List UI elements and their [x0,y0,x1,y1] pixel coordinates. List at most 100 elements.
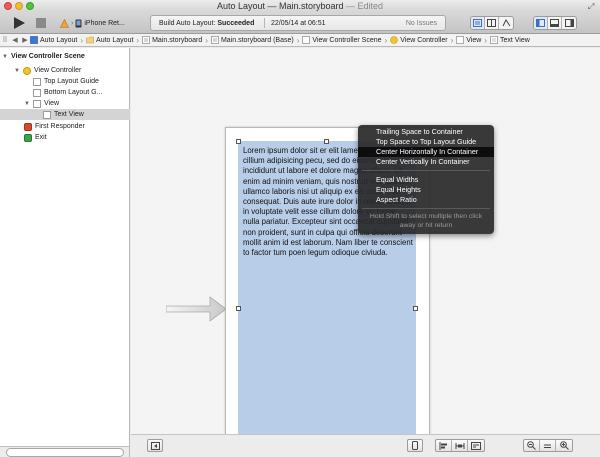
layout-guide-icon [33,77,41,86]
editor-mode-group [470,16,514,30]
view-controller-icon [23,66,31,75]
breadcrumb-view-controller[interactable]: View Controller [390,36,448,44]
document-outline: ▼ View Controller Scene ▼ View Controlle… [0,48,130,446]
breadcrumb-storyboard-base[interactable]: Main.storyboard (Base) [211,36,294,44]
resize-handle-top-left[interactable] [236,139,241,144]
activity-divider [264,18,265,28]
scheme-selector[interactable]: › iPhone Ret... [60,17,140,29]
breadcrumb-scene[interactable]: View Controller Scene [302,36,382,44]
chevron-right-icon: › [384,35,388,45]
chevron-right-icon: › [71,19,74,27]
toolbar: › iPhone Ret... Build Auto Layout: Succe… [0,12,600,34]
text-view-icon [43,110,51,119]
disclosure-open-icon[interactable]: ▼ [24,101,30,107]
pin-button[interactable] [452,440,468,451]
outline-item-top-layout-guide[interactable]: Top Layout Guide [0,76,130,87]
outline-item-exit[interactable]: Exit [0,132,130,143]
menu-item-center-horizontally[interactable]: Center Horizontally In Container [358,147,494,157]
view-controller-icon [390,36,399,44]
outline-item-view[interactable]: ▼ View [0,98,130,109]
build-status: Build Auto Layout: Succeeded [159,20,254,27]
size-class-button[interactable] [407,439,423,452]
jump-bar: ⠿ ◀ ▶ Auto Layout › Auto Layout › Main.s… [0,34,600,47]
zoom-actual-size-button[interactable] [540,440,556,451]
disclosure-open-icon[interactable]: ▼ [2,54,8,60]
outline-label: View [44,100,60,107]
menu-item-equal-heights[interactable]: Equal Heights [358,185,494,195]
breadcrumb-label: Auto Layout [96,36,134,44]
issues-label[interactable]: No Issues [406,20,437,27]
breadcrumb-label: Auto Layout [40,36,78,44]
zoom-in-button[interactable] [556,440,572,451]
breadcrumb-text-view[interactable]: Text View [490,36,530,44]
zoom-out-icon [527,441,536,450]
breadcrumb-label: Main.storyboard (Base) [220,36,294,44]
breadcrumb-storyboard[interactable]: Main.storyboard [142,36,202,44]
canvas-bottom-bar [131,434,600,457]
stop-icon [36,18,46,28]
outline-item-first-responder[interactable]: First Responder [0,121,130,132]
breadcrumb-label: Text View [499,36,530,44]
outline-item-view-controller[interactable]: ▼ View Controller [0,65,130,76]
related-items-icon[interactable]: ⠿ [0,36,10,44]
zoom-controls-group [523,439,573,452]
resolve-issues-button[interactable] [468,440,484,451]
build-status-prefix: Build Auto Layout: [159,20,218,27]
outline-filter-input[interactable] [6,448,124,457]
bottom-panel-icon [550,19,559,27]
assistant-editor-icon [487,19,496,27]
menu-item-aspect-ratio[interactable]: Aspect Ratio [358,195,494,205]
breadcrumb-view[interactable]: View [456,36,481,44]
zoom-out-button[interactable] [524,440,540,451]
utilities-toggle-button[interactable] [562,17,576,29]
chevron-right-icon: › [484,35,487,45]
debug-toggle-button[interactable] [548,17,562,29]
version-editor-icon [502,19,510,27]
breadcrumb-project[interactable]: Auto Layout [30,36,77,44]
outline-item-text-view[interactable]: Text View [0,109,130,120]
resize-handle-right[interactable] [413,306,418,311]
view-icon [456,36,465,44]
resize-handle-left[interactable] [236,306,241,311]
storyboard-icon [211,36,219,44]
stop-button[interactable] [35,17,47,29]
assistant-editor-button[interactable] [485,17,499,29]
text-view-icon [490,36,498,44]
outline-item-scene[interactable]: ▼ View Controller Scene [0,51,130,62]
outline-label: Exit [35,134,47,141]
resolve-icon [471,441,481,450]
menu-item-equal-widths[interactable]: Equal Widths [358,175,494,185]
standard-editor-button[interactable] [471,17,485,29]
version-editor-button[interactable] [499,17,513,29]
scheme-target: iPhone Ret... [84,19,125,27]
layout-tools-group [435,439,485,452]
chevron-right-icon: › [450,35,454,45]
title-file: Main.storyboard [278,1,344,11]
disclosure-open-icon[interactable]: ▼ [14,68,20,74]
menu-item-center-vertically[interactable]: Center Vertically In Container [358,157,494,167]
fullscreen-icon[interactable]: ⤢ [588,2,596,11]
pin-constraints-popup: Trailing Space to Container Top Space to… [358,125,494,234]
outline-item-bottom-layout-guide[interactable]: Bottom Layout G... [0,87,130,98]
outline-filter-bar [0,446,130,457]
outline-label: Bottom Layout G... [44,89,103,96]
outline-label: First Responder [35,123,85,130]
standard-editor-icon [473,19,482,27]
window-title: Auto Layout — Main.storyboard — Edited [0,1,600,11]
show-outline-button[interactable] [147,439,163,452]
menu-item-top-space[interactable]: Top Space to Top Layout Guide [358,137,494,147]
title-state: — Edited [343,1,384,11]
breadcrumb-label: Main.storyboard [152,36,203,44]
breadcrumb-group[interactable]: Auto Layout [86,36,133,44]
menu-item-trailing-space[interactable]: Trailing Space to Container [358,127,494,137]
back-button[interactable]: ◀ [10,36,20,44]
chevron-right-icon: › [80,35,84,45]
breadcrumb-label: View Controller [400,36,448,44]
menu-hint: Hold Shift to select multiple then click… [369,213,483,229]
run-button[interactable] [12,16,26,30]
align-button[interactable] [436,440,452,451]
forward-button[interactable]: ▶ [20,36,30,44]
chevron-right-icon: › [205,35,208,45]
navigator-toggle-button[interactable] [534,17,548,29]
resize-handle-top[interactable] [324,139,329,144]
